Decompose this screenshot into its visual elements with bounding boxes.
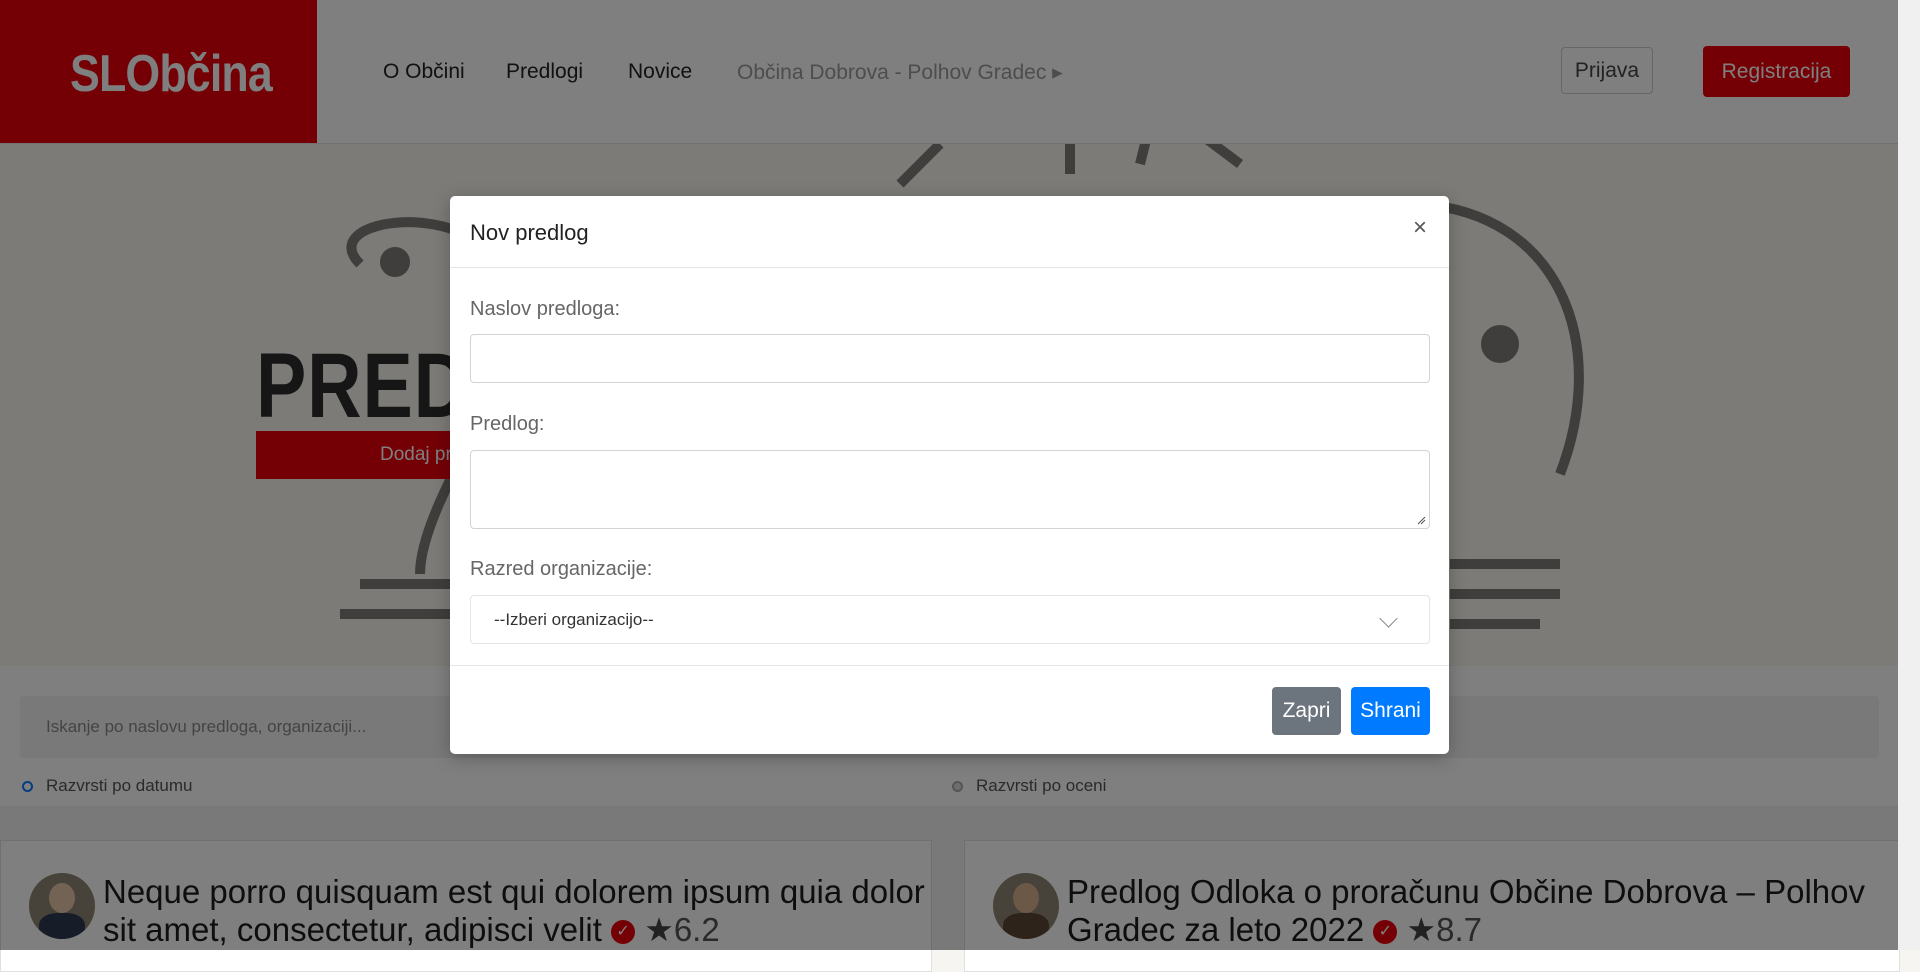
- save-button[interactable]: Shrani: [1351, 687, 1430, 735]
- modal-footer: Zapri Shrani: [450, 665, 1449, 755]
- modal-header: Nov predlog ×: [450, 196, 1449, 268]
- organization-selected-value: --Izberi organizacijo--: [494, 609, 654, 629]
- chevron-down-icon: [1379, 609, 1398, 628]
- modal-title: Nov predlog: [470, 220, 589, 245]
- close-icon[interactable]: ×: [1408, 216, 1432, 240]
- resize-grip-icon[interactable]: [1417, 516, 1426, 525]
- proposal-title-label: Naslov predloga:: [470, 298, 621, 320]
- organization-label: Razred organizacije:: [470, 558, 653, 580]
- proposal-text-label: Predlog:: [470, 413, 545, 435]
- close-button[interactable]: Zapri: [1272, 687, 1341, 735]
- organization-select[interactable]: --Izberi organizacijo--: [470, 595, 1430, 644]
- proposal-title-input[interactable]: [470, 334, 1430, 383]
- scrollbar[interactable]: [1898, 0, 1920, 950]
- proposal-textarea[interactable]: [470, 450, 1430, 529]
- new-proposal-modal: Nov predlog × Naslov predloga: Predlog: …: [450, 196, 1449, 754]
